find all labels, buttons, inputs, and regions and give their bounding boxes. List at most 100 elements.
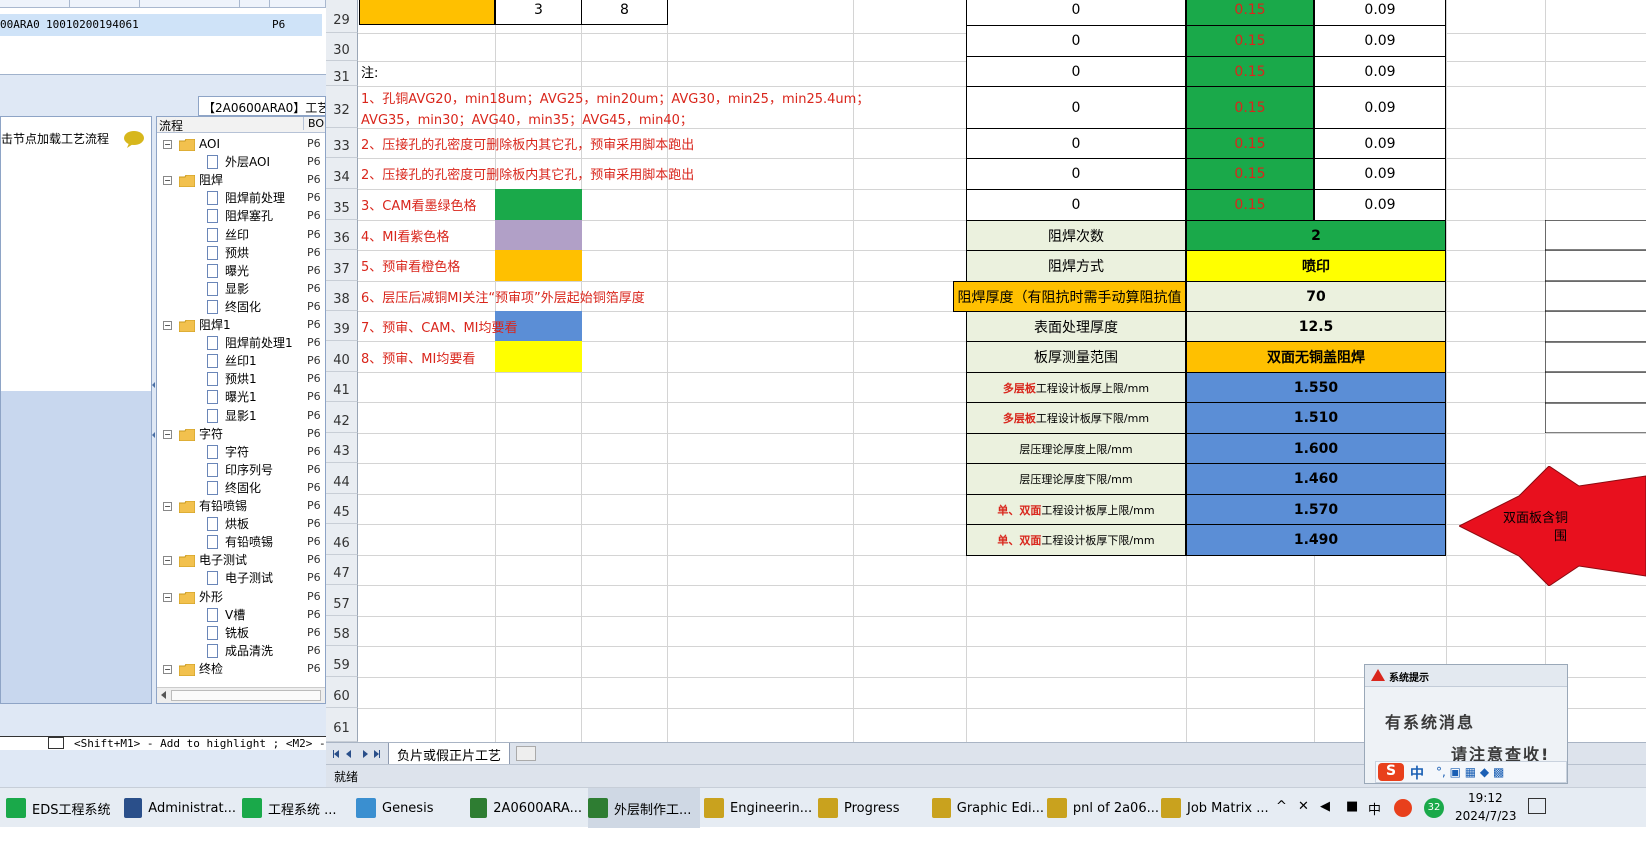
tree-node[interactable]: 阻焊前处理1 P6 xyxy=(157,334,325,352)
tree-hscrollbar[interactable] xyxy=(157,687,325,703)
thickness-value[interactable]: 1.510 xyxy=(1186,402,1446,434)
param-value[interactable]: 双面无铜盖阻焊 xyxy=(1186,341,1446,373)
value-cell[interactable]: 0.09 xyxy=(1314,128,1446,159)
tree-node[interactable]: − 阻焊 P6 xyxy=(157,171,325,189)
param-label[interactable]: 阻焊次数 xyxy=(966,220,1186,251)
param-label[interactable]: 阻焊方式 xyxy=(966,250,1186,282)
tree-node[interactable]: 预烘 P6 xyxy=(157,244,325,262)
expand-toggle-icon[interactable]: − xyxy=(163,592,172,602)
tree-node[interactable]: 印序列号 P6 xyxy=(157,461,325,479)
yellow-swatch[interactable] xyxy=(495,341,582,372)
green-value-cell[interactable]: 0.15 xyxy=(1186,128,1314,159)
sheet-tab-active[interactable]: 负片或假正片工艺 xyxy=(388,743,511,765)
value-cell[interactable]: 0 xyxy=(966,158,1186,190)
value-cell[interactable]: 0.09 xyxy=(1314,25,1446,57)
value-cell[interactable]: 0.09 xyxy=(1314,189,1446,221)
network-icon[interactable]: ✕ xyxy=(1298,799,1309,814)
row-header[interactable]: 45 xyxy=(326,494,358,524)
thickness-label[interactable]: 多层板 工程设计板厚上限/mm xyxy=(966,372,1186,403)
ime-toolbar[interactable]: S 中 °, ▣ ▦ ◆ ▩ xyxy=(1375,761,1567,783)
sogou-logo-icon[interactable]: S xyxy=(1378,763,1404,781)
taskbar-app-button[interactable]: EDS工程系统 xyxy=(6,788,118,828)
tree-node[interactable]: − 阻焊1 P6 xyxy=(157,316,325,334)
green-value-cell[interactable]: 0.15 xyxy=(1186,56,1314,87)
ime-mode[interactable]: 中 xyxy=(1410,763,1424,783)
row-header[interactable]: 29 xyxy=(326,0,358,33)
param-value[interactable]: 喷印 xyxy=(1186,250,1446,282)
taskbar-app-button[interactable]: pnl of 2a06... xyxy=(1047,788,1159,828)
grid-header-cell[interactable] xyxy=(240,0,270,8)
row-header[interactable]: 60 xyxy=(326,677,358,708)
tree-node[interactable]: − AOI P6 xyxy=(157,135,325,153)
process-tab-title[interactable]: 【2A0600ARA0】工艺流程 xyxy=(198,96,326,116)
scroll-thumb[interactable] xyxy=(171,690,321,701)
row-header[interactable]: 33 xyxy=(326,128,358,158)
expand-toggle-icon[interactable]: − xyxy=(163,502,172,511)
orange-cell[interactable] xyxy=(359,0,495,25)
tree-node[interactable]: 终固化 P6 xyxy=(157,479,325,497)
thickness-value[interactable]: 1.600 xyxy=(1186,433,1446,464)
tree-node[interactable]: − 外形 P6 xyxy=(157,588,325,606)
value-cell[interactable]: 0.09 xyxy=(1314,0,1446,26)
expand-toggle-icon[interactable]: − xyxy=(163,140,172,149)
row-header[interactable]: 36 xyxy=(326,220,358,250)
grid-header-cell[interactable] xyxy=(270,0,326,8)
green-value-cell[interactable]: 0.15 xyxy=(1186,86,1314,129)
row-header[interactable]: 31 xyxy=(326,61,358,86)
row-header[interactable]: 35 xyxy=(326,189,358,220)
tree-node[interactable]: 铣板 P6 xyxy=(157,624,325,642)
row-header[interactable]: 41 xyxy=(326,372,358,402)
tree-node[interactable]: 曝光 P6 xyxy=(157,262,325,280)
notification-badge[interactable]: 32 xyxy=(1424,798,1444,818)
scroll-left-arrow-icon[interactable] xyxy=(161,691,166,699)
thickness-label[interactable]: 层压理论厚度下限/mm xyxy=(966,463,1186,495)
expand-toggle-icon[interactable]: − xyxy=(163,556,172,566)
grid-header-cell[interactable] xyxy=(140,0,240,8)
taskbar-app-button[interactable]: Progress xyxy=(818,788,930,828)
tree-node[interactable]: 预烘1 P6 xyxy=(157,370,325,388)
tree-node[interactable]: 阻焊前处理 P6 xyxy=(157,189,325,207)
taskbar-app-button[interactable]: 工程系统 ... xyxy=(242,788,354,828)
param-label[interactable]: 板厚测量范围 xyxy=(966,341,1186,373)
taskbar-app-button[interactable]: Administrat... xyxy=(124,788,236,828)
tree-node[interactable]: 显影1 P6 xyxy=(157,407,325,425)
taskbar-app-button[interactable]: 外层制作工... xyxy=(588,788,700,828)
cell-value[interactable]: 3 xyxy=(495,0,582,25)
tree-node[interactable]: 终固化 P6 xyxy=(157,298,325,316)
tree-node[interactable]: 丝印1 P6 xyxy=(157,352,325,370)
tree-node[interactable]: − 终检 P6 xyxy=(157,660,325,678)
tree-node[interactable]: 显影 P6 xyxy=(157,280,325,298)
selected-job-row[interactable]: 00ARA0 10010200194061 P6 xyxy=(0,14,322,36)
chat-bubble-icon[interactable] xyxy=(123,130,145,148)
row-header[interactable]: 32 xyxy=(326,86,358,128)
input-method-indicator[interactable]: 中 xyxy=(1368,799,1381,818)
grid-header-cell[interactable] xyxy=(70,0,140,8)
thickness-value[interactable]: 1.570 xyxy=(1186,494,1446,525)
clock-time[interactable]: 19:12 xyxy=(1468,791,1503,805)
taskbar-app-button[interactable]: Engineerin... xyxy=(704,788,816,828)
row-header[interactable]: 38 xyxy=(326,281,358,311)
tree-node[interactable]: V槽 P6 xyxy=(157,606,325,624)
tree-node[interactable]: 阻焊塞孔 P6 xyxy=(157,207,325,225)
green-value-cell[interactable]: 0.15 xyxy=(1186,189,1314,221)
tree-node[interactable]: − 电子测试 P6 xyxy=(157,551,325,569)
row-header[interactable]: 58 xyxy=(326,616,358,646)
thickness-label[interactable]: 层压理论厚度上限/mm xyxy=(966,433,1186,464)
row-header[interactable]: 37 xyxy=(326,250,358,281)
value-cell[interactable]: 0 xyxy=(966,56,1186,87)
tree-node[interactable]: 烘板 P6 xyxy=(157,515,325,533)
taskbar-app-button[interactable]: Graphic Edi... xyxy=(932,788,1044,828)
expand-toggle-icon[interactable]: − xyxy=(163,176,172,186)
thickness-value[interactable]: 1.550 xyxy=(1186,372,1446,403)
tree-node[interactable]: 字符 P6 xyxy=(157,443,325,461)
volume-icon[interactable]: ◀ xyxy=(1320,799,1330,814)
row-header[interactable]: 40 xyxy=(326,341,358,372)
thickness-value[interactable]: 1.490 xyxy=(1186,524,1446,556)
value-cell[interactable]: 0.09 xyxy=(1314,158,1446,190)
row-header[interactable]: 44 xyxy=(326,463,358,494)
taskbar-app-button[interactable]: 2A0600ARA... xyxy=(470,788,582,828)
system-notice-popup[interactable]: 系统提示 有系统消息 请注意查收! S 中 °, ▣ ▦ ◆ ▩ xyxy=(1364,664,1568,784)
param-label[interactable]: 表面处理厚度 xyxy=(966,311,1186,342)
param-value[interactable]: 12.5 xyxy=(1186,311,1446,342)
expand-toggle-icon[interactable]: − xyxy=(163,664,172,674)
